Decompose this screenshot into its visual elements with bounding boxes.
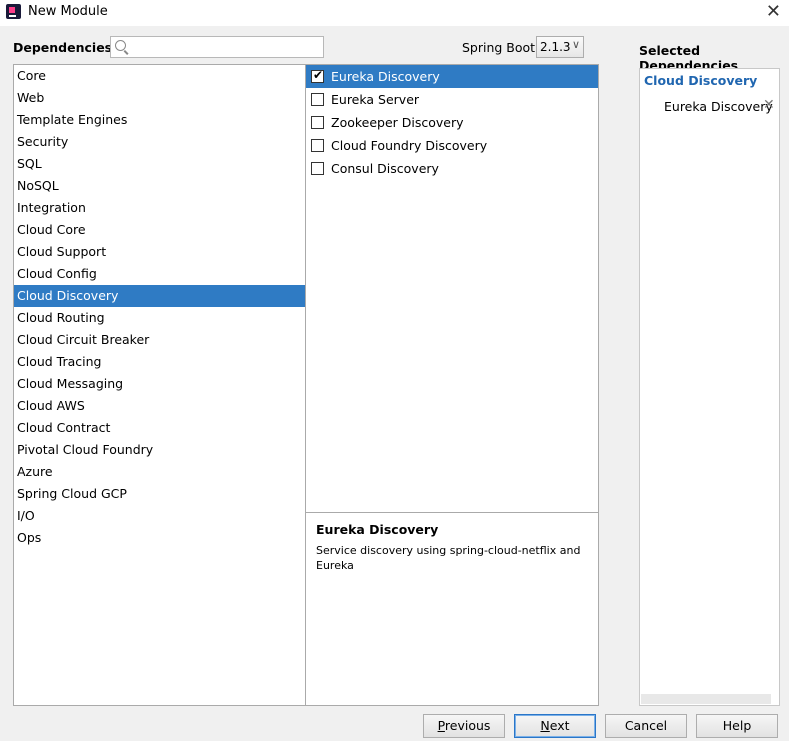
category-item[interactable]: Web xyxy=(14,87,305,109)
selected-dependency-item: Eureka Discovery xyxy=(664,99,773,114)
category-item[interactable]: Cloud Config xyxy=(14,263,305,285)
next-button[interactable]: Next xyxy=(514,714,596,738)
previous-mnemonic: P xyxy=(437,718,445,733)
spring-boot-version-value: 2.1.3 xyxy=(540,40,571,54)
search-input[interactable] xyxy=(131,37,317,55)
category-item[interactable]: Cloud AWS xyxy=(14,395,305,417)
description-panel: Eureka Discovery Service discovery using… xyxy=(305,512,599,706)
dependency-label: Eureka Discovery xyxy=(331,69,440,84)
category-item[interactable]: Integration xyxy=(14,197,305,219)
category-item[interactable]: Cloud Support xyxy=(14,241,305,263)
category-item[interactable]: Security xyxy=(14,131,305,153)
dependencies-label: Dependencies xyxy=(13,40,113,55)
previous-button[interactable]: Previous xyxy=(423,714,505,738)
category-item[interactable]: SQL xyxy=(14,153,305,175)
category-list: Core Web Template Engines Security SQL NoSQL I… xyxy=(13,64,306,706)
checkbox[interactable] xyxy=(311,139,324,152)
dependency-list: ✔ Eureka Discovery Eureka Server Zookeeper … xyxy=(305,64,599,513)
spring-boot-version-select[interactable]: 2.1.3 ∨ xyxy=(536,36,584,58)
checked-checkbox[interactable]: ✔ xyxy=(311,68,324,83)
category-item[interactable]: Cloud Contract xyxy=(14,417,305,439)
intellij-app-icon xyxy=(6,4,21,19)
category-item[interactable]: Azure xyxy=(14,461,305,483)
dependency-item[interactable]: ✔ Eureka Discovery xyxy=(306,65,598,88)
next-mnemonic: N xyxy=(540,718,550,733)
category-item[interactable]: Cloud Messaging xyxy=(14,373,305,395)
cancel-button[interactable]: Cancel xyxy=(605,714,687,738)
category-item[interactable]: Cloud Discovery xyxy=(14,285,305,307)
search-field[interactable] xyxy=(110,36,324,58)
category-item[interactable]: I/O xyxy=(14,505,305,527)
category-item[interactable]: Ops xyxy=(14,527,305,549)
selected-group-header: Cloud Discovery xyxy=(644,73,758,88)
category-item[interactable]: Cloud Core xyxy=(14,219,305,241)
category-item[interactable]: NoSQL xyxy=(14,175,305,197)
category-item[interactable]: Template Engines xyxy=(14,109,305,131)
description-title: Eureka Discovery xyxy=(316,522,439,537)
dependency-item[interactable]: Eureka Server xyxy=(306,88,598,111)
category-item[interactable]: Cloud Circuit Breaker xyxy=(14,329,305,351)
category-item[interactable]: Core xyxy=(14,65,305,87)
window-title: New Module xyxy=(28,4,108,19)
remove-dependency-icon[interactable]: ✕ xyxy=(763,97,775,113)
search-icon xyxy=(115,40,126,51)
description-text: Service discovery using spring-cloud-net… xyxy=(316,544,581,572)
next-label-rest: ext xyxy=(549,718,570,733)
category-item[interactable]: Cloud Tracing xyxy=(14,351,305,373)
title-bar: New Module ✕ xyxy=(0,0,789,26)
checkmark-icon: ✔ xyxy=(313,68,324,82)
chevron-down-icon: ∨ xyxy=(571,38,580,51)
dependency-label: Cloud Foundry Discovery xyxy=(331,138,488,153)
checkbox[interactable] xyxy=(311,162,324,175)
spring-boot-label: Spring Boot xyxy=(462,40,536,55)
horizontal-scrollbar[interactable] xyxy=(641,694,771,704)
checkbox[interactable] xyxy=(311,93,324,106)
close-icon[interactable]: ✕ xyxy=(766,1,781,23)
dependency-item[interactable]: Consul Discovery xyxy=(306,157,598,180)
dependency-label: Consul Discovery xyxy=(331,161,439,176)
dependency-item[interactable]: Zookeeper Discovery xyxy=(306,111,598,134)
category-item[interactable]: Cloud Routing xyxy=(14,307,305,329)
dependency-item[interactable]: Cloud Foundry Discovery xyxy=(306,134,598,157)
checkbox[interactable] xyxy=(311,116,324,129)
previous-label-rest: revious xyxy=(444,718,491,733)
dependency-label: Zookeeper Discovery xyxy=(331,115,464,130)
category-item[interactable]: Pivotal Cloud Foundry xyxy=(14,439,305,461)
help-button[interactable]: Help xyxy=(696,714,778,738)
selected-dependencies-panel: Cloud Discovery Eureka Discovery ✕ xyxy=(639,68,780,706)
category-item[interactable]: Spring Cloud GCP xyxy=(14,483,305,505)
dependency-label: Eureka Server xyxy=(331,92,420,107)
